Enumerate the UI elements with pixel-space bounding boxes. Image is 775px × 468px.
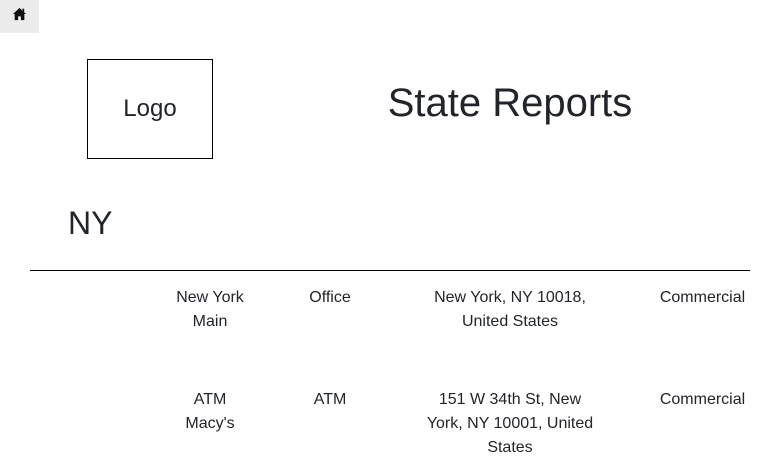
- location-type: Office: [309, 289, 351, 306]
- home-icon: [12, 7, 27, 26]
- location-type: ATM: [313, 391, 347, 408]
- logo-text: Logo: [123, 95, 177, 122]
- location-name: New York Main: [176, 289, 244, 330]
- logo: Logo: [87, 59, 213, 159]
- divider: [30, 270, 750, 271]
- location-name: ATM Macy's: [185, 391, 235, 432]
- location-category: Commercial: [659, 391, 746, 408]
- home-button[interactable]: [0, 0, 39, 33]
- location-address: New York, NY 10018, United States: [434, 289, 586, 330]
- location-address: 151 W 34th St, New York, NY 10001, Unite…: [426, 391, 594, 456]
- location-category: Commercial: [659, 289, 746, 306]
- state-heading: NY: [68, 205, 113, 241]
- page-title: State Reports: [387, 81, 633, 125]
